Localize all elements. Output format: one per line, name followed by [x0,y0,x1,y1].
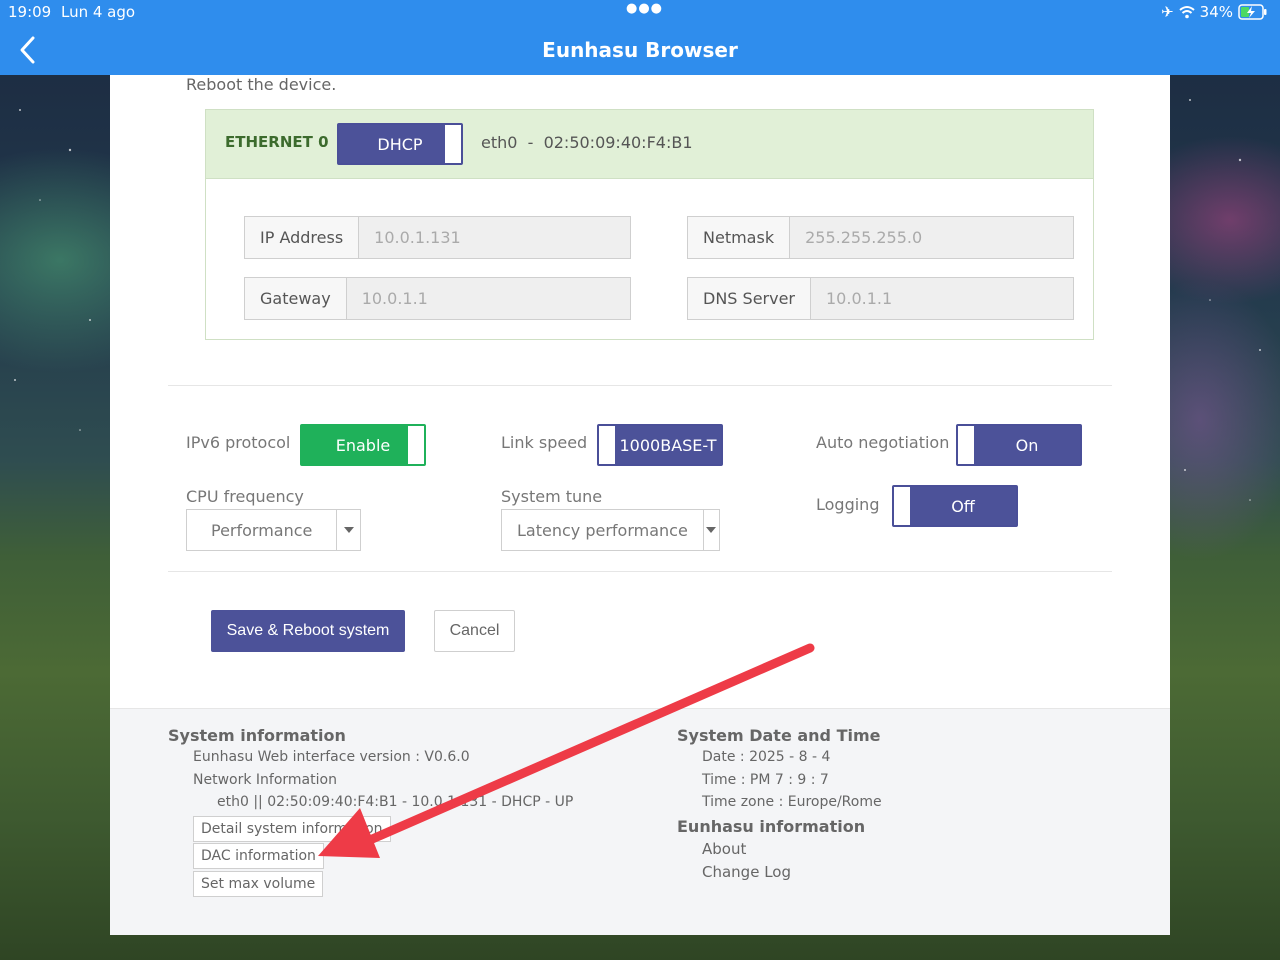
ipv6-toggle-label: Enable [335,435,391,455]
dns-server-input[interactable]: 10.0.1.1 [811,278,907,319]
interface-mac: eth0 - 02:50:09:40:F4:B1 [481,133,693,152]
status-time: 19:09 [8,3,52,21]
ipv6-label: IPv6 protocol [186,433,291,452]
auto-negotiation-toggle[interactable]: On [956,424,1082,466]
changelog-link[interactable]: Change Log [702,863,791,881]
multitasking-dots-icon[interactable]: ●●● [626,1,663,16]
about-link[interactable]: About [702,840,746,858]
caret-down-icon [337,510,360,550]
system-date-time-title: System Date and Time [677,726,881,745]
settings-panel: Reboot the device. ETHERNET 0 DHCP eth0 … [110,75,1170,935]
system-time: Time : PM 7 : 9 : 7 [702,772,829,788]
cpu-frequency-select[interactable]: Performance [186,509,361,551]
system-tune-value: Latency performance [502,510,704,550]
dhcp-toggle-label: DHCP [377,134,423,154]
ethernet-label: ETHERNET 0 [225,133,329,151]
status-bar: 19:09 Lun 4 ago ●●● ✈ 34% [0,0,1280,25]
logging-label: Logging [816,495,880,514]
dhcp-toggle[interactable]: DHCP [337,123,463,165]
interface-separator: - [527,133,534,152]
ethernet-card: ETHERNET 0 DHCP eth0 - 02:50:09:40:F4:B1… [205,109,1094,340]
cpu-frequency-value: Performance [187,510,338,550]
footer: System information Eunhasu Web interface… [110,708,1170,935]
dns-server-field[interactable]: DNS Server 10.0.1.1 [687,277,1074,320]
system-tune-label: System tune [501,487,603,506]
nav-bar: Eunhasu Browser [0,25,1280,75]
ip-address-label: IP Address [245,217,360,258]
gateway-input[interactable]: 10.0.1.1 [347,278,443,319]
netmask-input[interactable]: 255.255.255.0 [790,217,937,258]
logging-toggle[interactable]: Off [892,485,1018,527]
divider [168,571,1112,572]
cancel-button[interactable]: Cancel [434,610,515,652]
eunhasu-information-title: Eunhasu information [677,817,866,836]
cpu-frequency-label: CPU frequency [186,487,304,506]
reboot-hint: Reboot the device. [186,75,337,94]
interface-name: eth0 [481,133,518,152]
divider [168,385,1112,386]
netmask-field[interactable]: Netmask 255.255.255.0 [687,216,1074,259]
dac-information-button[interactable]: DAC information [193,843,324,869]
link-speed-toggle[interactable]: 1000BASE-T [597,424,723,466]
toggle-knob [408,426,424,464]
ip-address-field[interactable]: IP Address 10.0.1.131 [244,216,631,259]
link-speed-label: Link speed [501,433,588,452]
logging-toggle-label: Off [951,496,975,516]
nav-title: Eunhasu Browser [542,38,738,62]
system-information-title: System information [168,726,346,745]
link-speed-toggle-label: 1000BASE-T [619,435,717,455]
ip-address-input[interactable]: 10.0.1.131 [359,217,476,258]
status-right: ✈ 34% [1161,3,1268,21]
airplane-icon: ✈ [1161,3,1174,21]
system-tune-select[interactable]: Latency performance [501,509,720,551]
caret-down-icon [704,510,719,550]
gateway-label: Gateway [245,278,347,319]
toggle-knob [894,487,910,525]
status-date: Lun 4 ago [61,3,136,21]
gateway-field[interactable]: Gateway 10.0.1.1 [244,277,631,320]
netmask-label: Netmask [688,217,791,258]
dns-server-label: DNS Server [688,278,811,319]
mac-address: 02:50:09:40:F4:B1 [543,133,693,152]
web-interface-version: Eunhasu Web interface version : V0.6.0 [193,749,470,765]
save-reboot-button[interactable]: Save & Reboot system [211,610,405,652]
set-max-volume-button[interactable]: Set max volume [193,871,324,897]
toggle-knob [445,125,461,163]
detail-system-information-button[interactable]: Detail system information [193,816,391,842]
wifi-icon [1179,6,1195,19]
auto-negotiation-label: Auto negotiation [816,433,950,452]
battery-charging-icon [1238,4,1267,20]
network-information-label: Network Information [193,772,337,788]
battery-percent: 34% [1199,3,1233,21]
toggle-knob [599,426,615,464]
system-date: Date : 2025 - 8 - 4 [702,749,831,765]
ethernet-header: ETHERNET 0 DHCP eth0 - 02:50:09:40:F4:B1 [206,110,1093,179]
system-timezone: Time zone : Europe/Rome [702,794,882,810]
network-status-line: eth0 || 02:50:09:40:F4:B1 - 10.0.1.131 -… [217,794,574,810]
ipv6-toggle[interactable]: Enable [300,424,426,466]
auto-negotiation-toggle-label: On [1015,435,1039,455]
toggle-knob [958,426,974,464]
